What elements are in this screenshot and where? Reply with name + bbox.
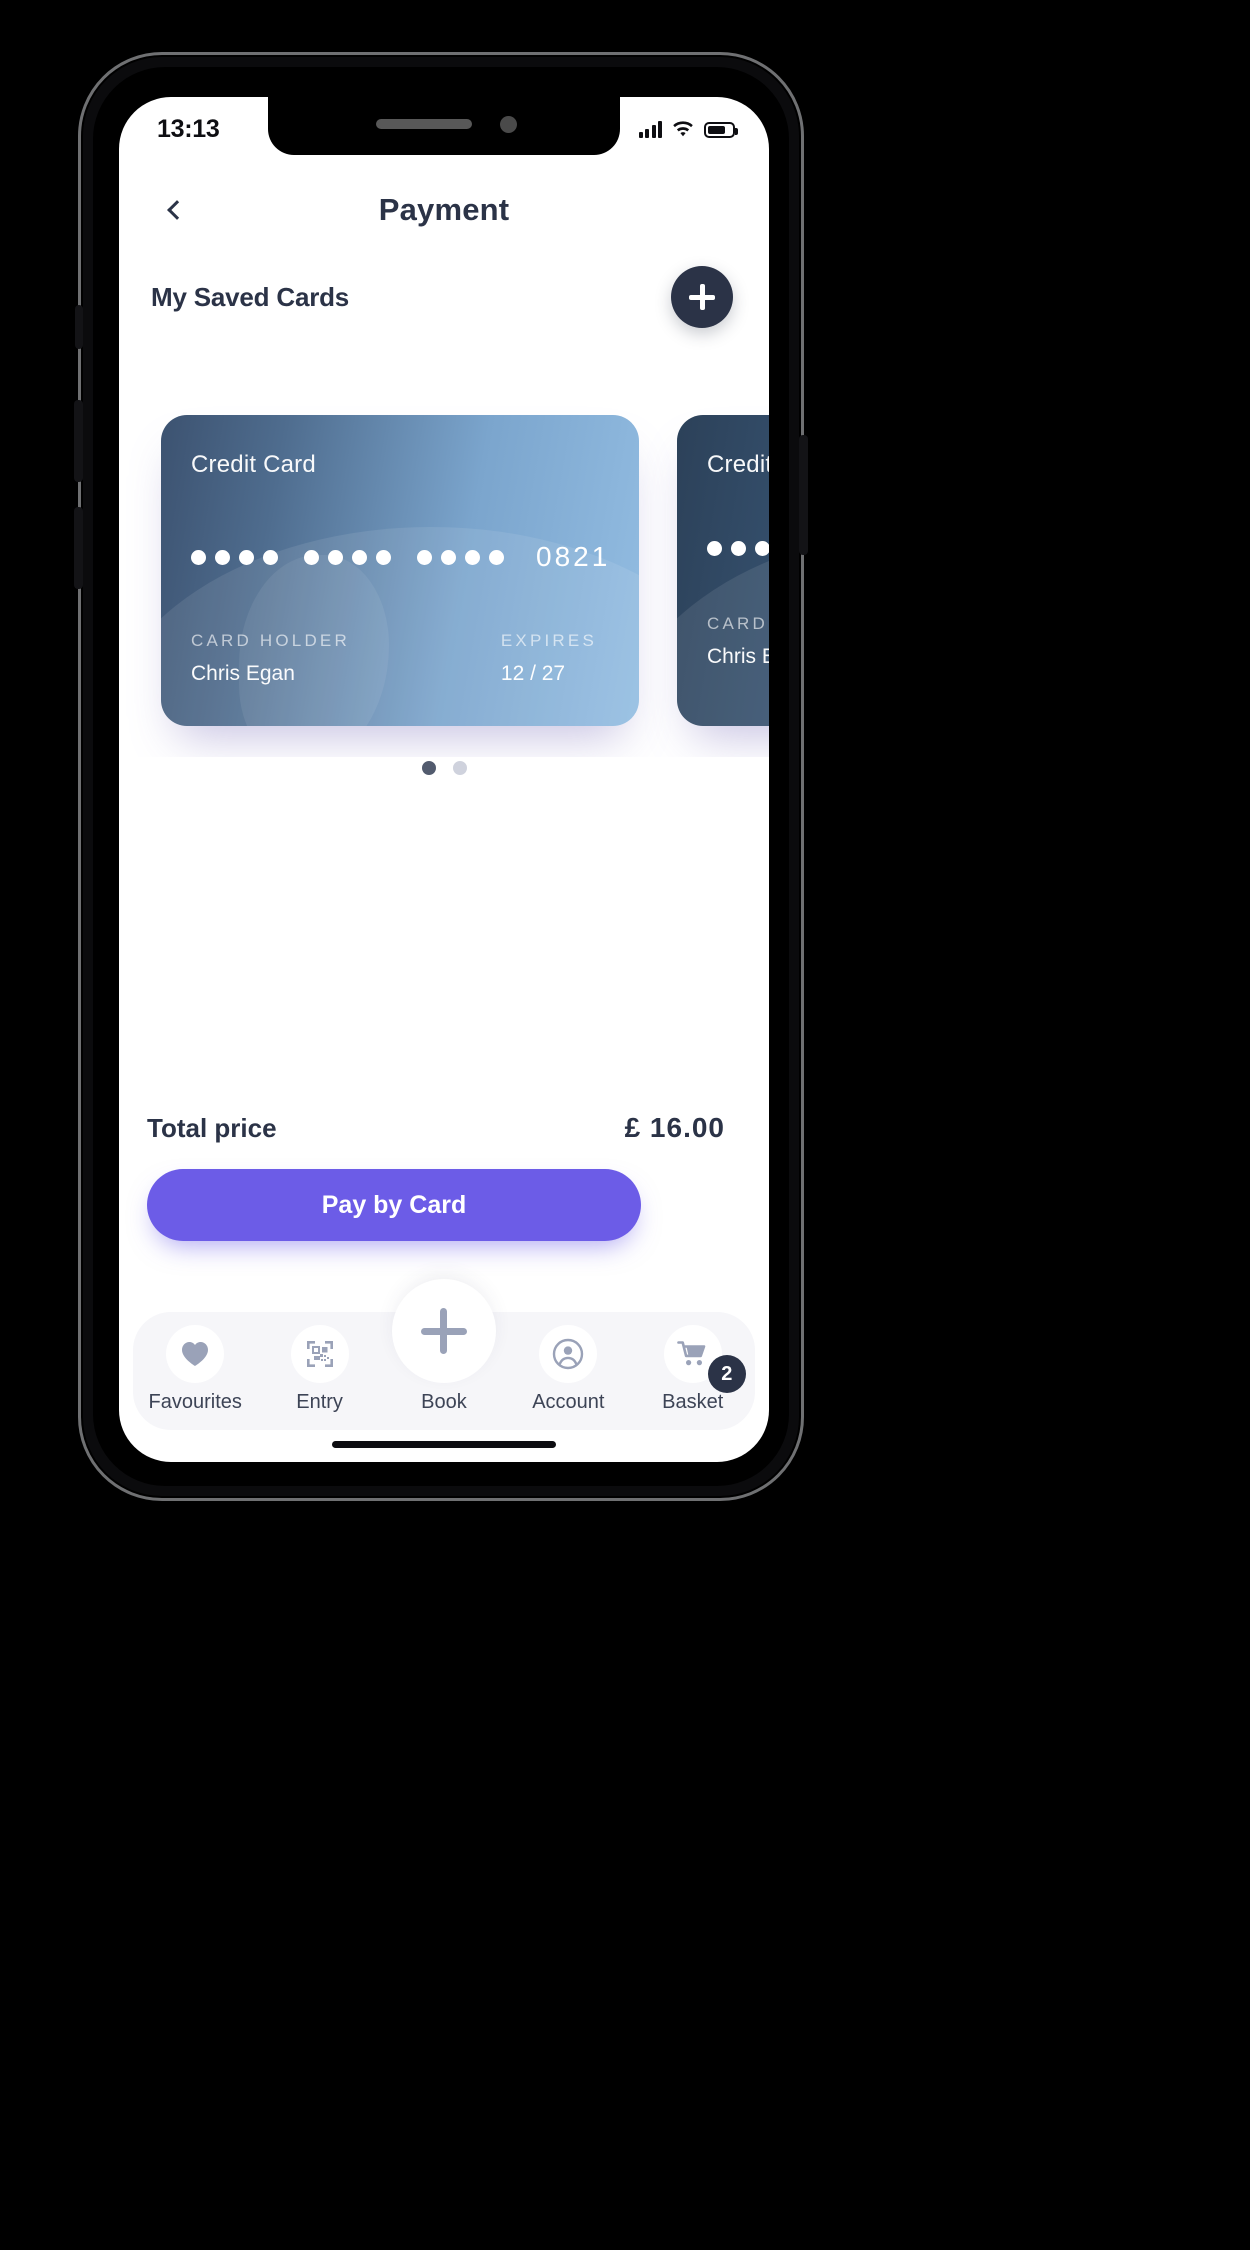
wifi-icon [673, 121, 693, 137]
navigation-header: Payment [119, 175, 769, 245]
card-footer: CARD HOLDER Chris Egan [707, 614, 769, 669]
tab-favourites[interactable]: Favourites [140, 1325, 250, 1414]
total-price-row: Total price £ 16.00 [119, 1112, 769, 1144]
card-holder-block: CARD HOLDER Chris Egan [191, 631, 350, 686]
power-button[interactable] [799, 435, 808, 555]
volume-down-button[interactable] [74, 507, 83, 589]
tab-label: Favourites [148, 1391, 242, 1413]
tab-account[interactable]: Account [513, 1325, 623, 1414]
card-last-four-digits: 0821 [536, 541, 611, 572]
pagination-dot-active[interactable] [421, 761, 436, 775]
tab-label: Basket [662, 1391, 724, 1413]
plus-icon [420, 1308, 467, 1354]
device-notch [268, 97, 620, 155]
card-number-row [707, 541, 769, 556]
status-icons [638, 120, 738, 138]
masked-digit-group [707, 541, 769, 556]
card-type-label: Credit Card [191, 451, 316, 478]
card-holder-label: CARD HOLDER [707, 614, 769, 633]
card-holder-block: CARD HOLDER Chris Egan [707, 614, 769, 669]
card-expires-label: EXPIRES [500, 631, 597, 650]
earpiece-speaker [376, 119, 472, 129]
tab-label: Entry [296, 1391, 343, 1413]
card-footer: CARD HOLDER Chris Egan EXPIRES 12 / 27 [191, 631, 609, 686]
card-number-row: 0821 [191, 541, 609, 573]
credit-card-item[interactable]: Credit Card CARD HOLDER Chris Egan [677, 415, 769, 726]
card-expires-block: EXPIRES 12 / 27 [501, 631, 597, 686]
card-type-label: Credit Card [707, 451, 769, 478]
pay-by-card-button[interactable]: Pay by Card [147, 1169, 641, 1241]
user-circle-icon [553, 1338, 584, 1370]
total-price-value: £ 16.00 [624, 1112, 725, 1143]
card-holder-label: CARD HOLDER [191, 631, 350, 650]
card-expires-value: 12 / 27 [500, 662, 566, 685]
front-camera [500, 116, 517, 133]
total-price-label: Total price [147, 1113, 277, 1143]
book-fab-button[interactable] [391, 1279, 496, 1383]
tab-basket[interactable]: 2 Basket [638, 1325, 748, 1414]
tab-label: Account [532, 1391, 605, 1413]
card-holder-value: Chris Egan [707, 645, 769, 668]
cards-carousel[interactable]: Credit Card 0821 CARD HOLDER Chris Egan [119, 397, 769, 757]
card-holder-value: Chris Egan [191, 662, 295, 685]
bottom-tab-bar: Favourites Entry Book Account 2 Basket [133, 1279, 755, 1430]
pagination-dot[interactable] [452, 761, 467, 775]
phone-screen: 13:13 Payment My Saved Cards Credit Card… [119, 97, 769, 1462]
add-card-button[interactable] [671, 266, 733, 328]
home-indicator[interactable] [332, 1441, 556, 1448]
heart-icon [182, 1342, 209, 1366]
masked-digit-group [191, 549, 278, 565]
plus-icon [689, 284, 715, 310]
credit-card-item[interactable]: Credit Card 0821 CARD HOLDER Chris Egan [161, 415, 639, 726]
basket-count-badge: 2 [707, 1355, 746, 1393]
mute-switch-button[interactable] [75, 305, 83, 349]
shopping-cart-icon [676, 1341, 706, 1366]
saved-cards-title: My Saved Cards [151, 281, 350, 312]
carousel-pagination [119, 761, 769, 775]
tab-label: Book [421, 1391, 467, 1413]
tab-book[interactable]: Book [389, 1279, 499, 1414]
battery-icon [704, 122, 738, 138]
tab-icon-wrapper [290, 1325, 349, 1383]
qr-scan-icon [306, 1341, 333, 1367]
volume-up-button[interactable] [74, 400, 83, 482]
tab-entry[interactable]: Entry [265, 1325, 375, 1414]
masked-digit-group [304, 549, 391, 565]
status-time: 13:13 [157, 114, 220, 143]
masked-digit-group [417, 549, 504, 565]
saved-cards-header: My Saved Cards [119, 257, 769, 337]
tab-icon-wrapper [539, 1325, 598, 1383]
cellular-signal-icon [638, 121, 662, 138]
page-title: Payment [378, 192, 510, 227]
phone-frame: 13:13 Payment My Saved Cards Credit Card… [74, 52, 808, 1501]
tab-icon-wrapper [166, 1325, 225, 1383]
